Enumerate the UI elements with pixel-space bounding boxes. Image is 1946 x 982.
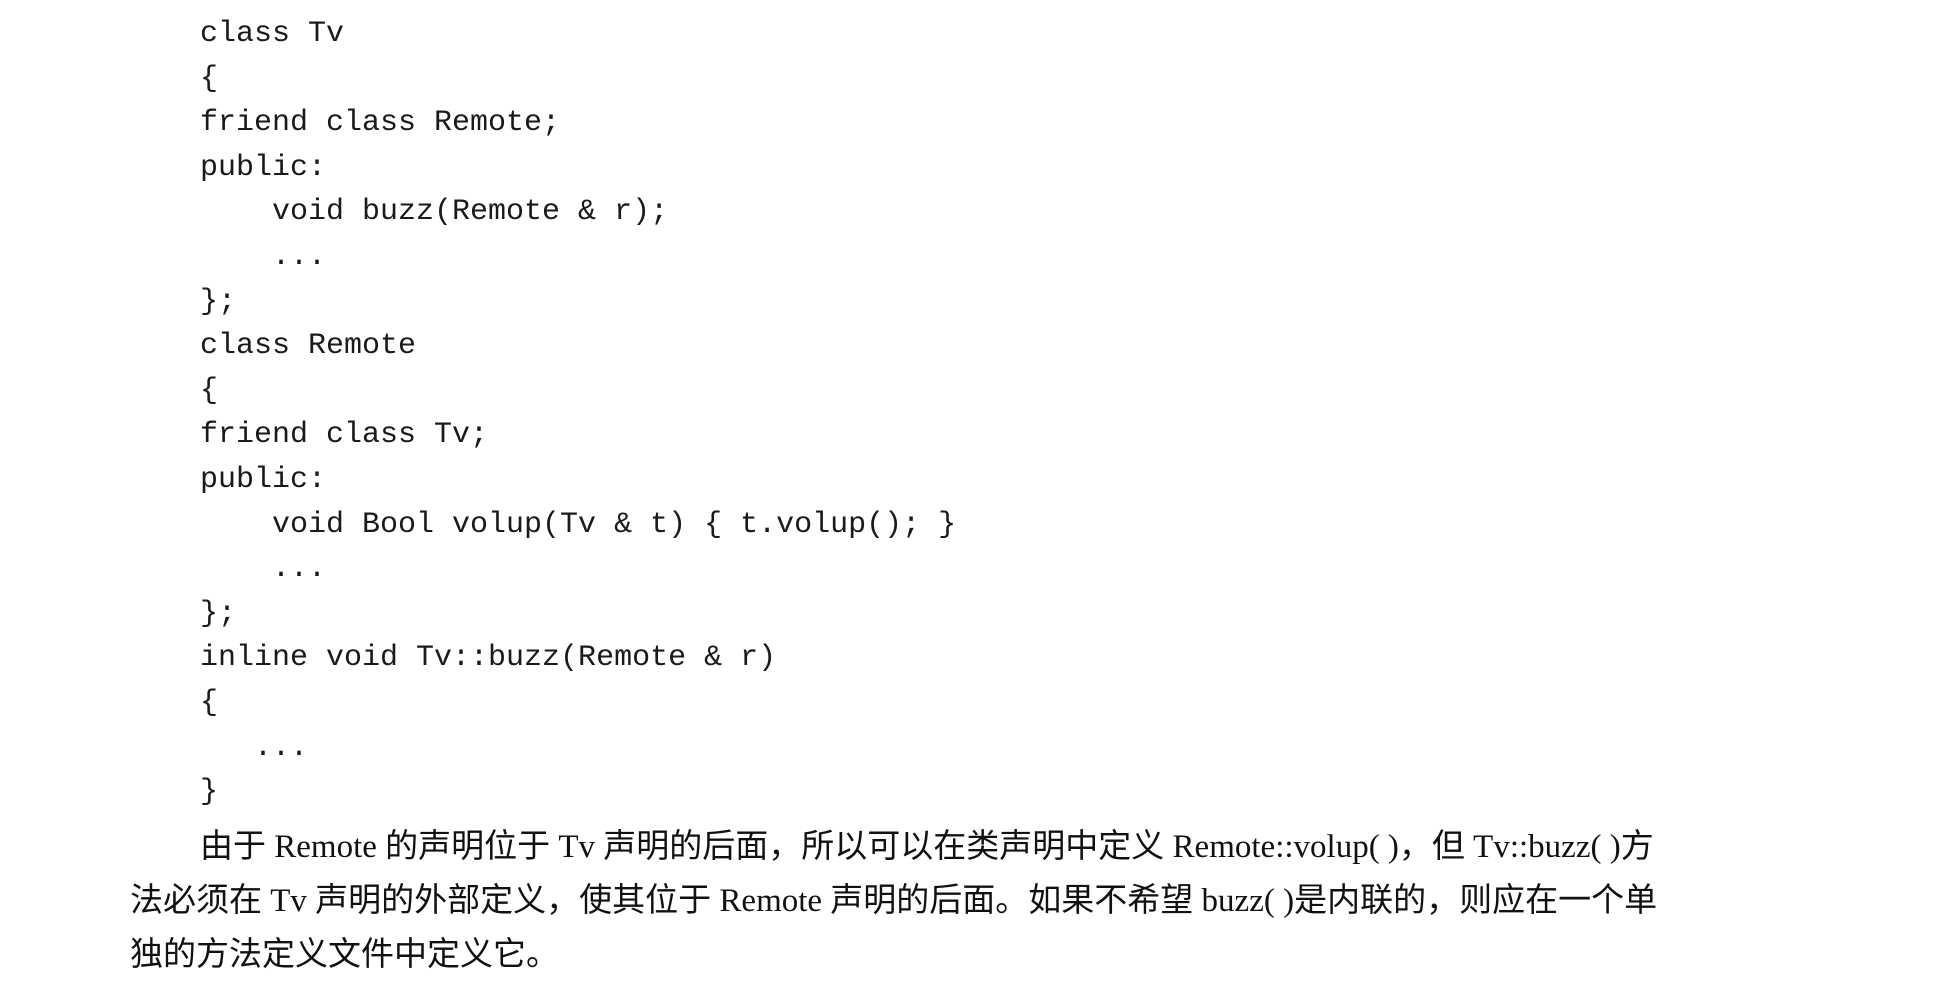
- code-line: ...: [200, 239, 327, 274]
- code-line: friend class Remote;: [200, 106, 561, 141]
- paragraph-line: 由于 Remote 的声明位于 Tv 声明的后面，所以可以在类声明中定义 Rem…: [200, 829, 1654, 865]
- code-line: inline void Tv::buzz(Remote & r): [200, 641, 777, 676]
- code-line: ...: [200, 730, 309, 765]
- code-line: void buzz(Remote & r);: [200, 195, 669, 230]
- paragraph-line: 独的方法定义文件中定义它。: [130, 937, 559, 973]
- code-line: };: [200, 596, 237, 631]
- code-line: ...: [200, 552, 327, 587]
- code-line: {: [200, 373, 219, 408]
- document-page: class Tv { friend class Remote; public: voi…: [0, 0, 1946, 982]
- code-line: };: [200, 284, 237, 319]
- paragraph-line: 法必须在 Tv 声明的外部定义，使其位于 Remote 声明的后面。如果不希望 …: [130, 883, 1658, 919]
- code-block: class Tv { friend class Remote; public: voi…: [200, 12, 956, 815]
- code-line: public:: [200, 462, 327, 497]
- code-line: {: [200, 61, 219, 96]
- explanation-paragraph: 由于 Remote 的声明位于 Tv 声明的后面，所以可以在类声明中定义 Rem…: [130, 820, 1800, 982]
- code-line: void Bool volup(Tv & t) { t.volup(); }: [200, 507, 957, 542]
- code-line: class Remote: [200, 329, 417, 364]
- code-line: }: [200, 775, 219, 810]
- code-line: public:: [200, 150, 327, 185]
- code-line: class Tv: [200, 17, 345, 51]
- code-line: {: [200, 685, 219, 720]
- code-line: friend class Tv;: [200, 418, 489, 453]
